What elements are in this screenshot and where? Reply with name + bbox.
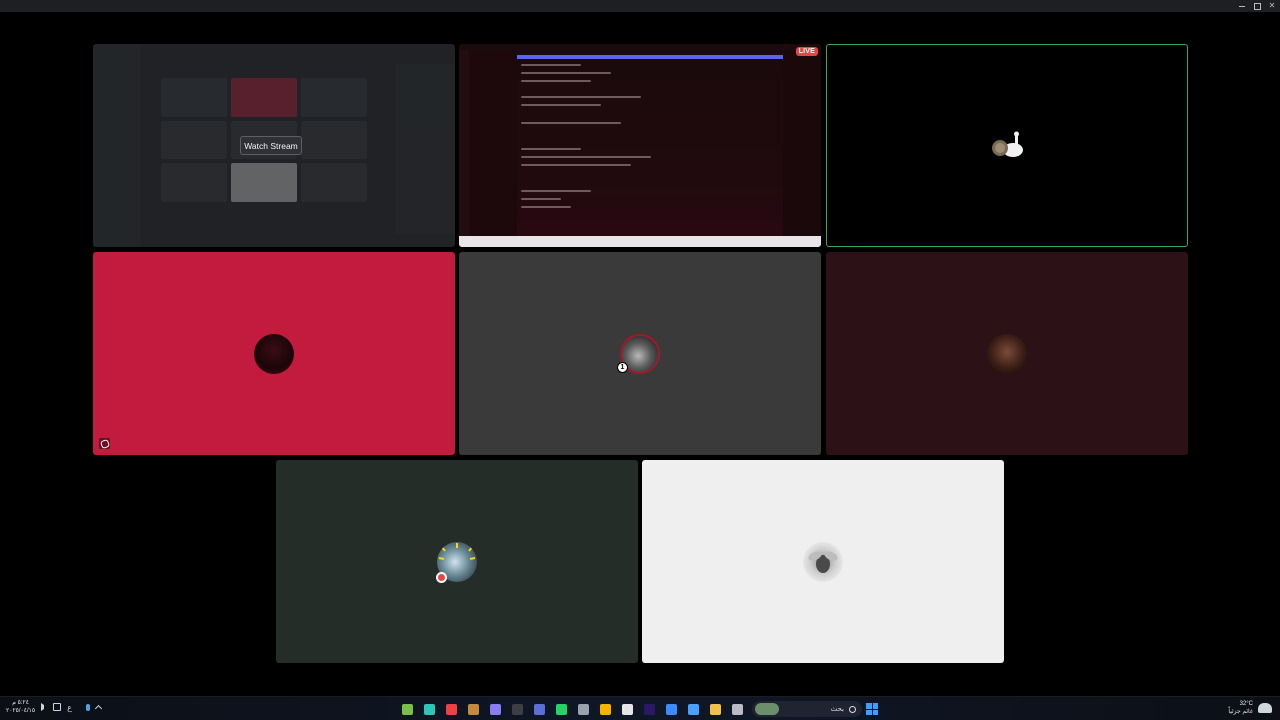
shared-taskbar bbox=[459, 236, 821, 247]
maximize-button[interactable] bbox=[1253, 2, 1261, 10]
clock-date: ٢٠٢٥/٠٤/١٥ bbox=[6, 708, 36, 714]
moon-app-icon[interactable] bbox=[530, 701, 548, 717]
window-titlebar: ✕ bbox=[0, 0, 1280, 12]
search-label: بحث bbox=[830, 706, 844, 713]
shared-server-rail bbox=[459, 50, 469, 236]
os-taskbar: ٥:٢٤ م ٢٠٢٥/٠٤/١٥ ع بحث 32°C غائم جزئياً bbox=[0, 696, 1280, 720]
weather-temperature: 32°C bbox=[1239, 701, 1253, 707]
chrome-glyph bbox=[599, 703, 611, 715]
shared-chat-banner bbox=[517, 55, 783, 59]
live-badge: LIVE bbox=[795, 47, 818, 56]
participant-avatar bbox=[254, 333, 294, 374]
discord-app-icon[interactable] bbox=[442, 701, 460, 717]
chat-app-icon[interactable] bbox=[486, 701, 504, 717]
live-screenshare-tile[interactable]: LIVE bbox=[459, 44, 821, 247]
terminal-app-icon[interactable] bbox=[420, 701, 438, 717]
goose-avatar-image bbox=[992, 131, 1023, 157]
microphone-icon[interactable] bbox=[85, 703, 90, 711]
participant-tile-gray[interactable]: 1 bbox=[459, 252, 821, 455]
store-app-icon[interactable] bbox=[618, 701, 636, 717]
chat-glyph bbox=[489, 703, 501, 715]
minimize-button[interactable] bbox=[1238, 2, 1246, 10]
whatsapp-app-icon[interactable] bbox=[552, 701, 570, 717]
chrome-app-icon[interactable] bbox=[596, 701, 614, 717]
shared-member-list bbox=[783, 50, 821, 236]
gear-app-icon[interactable] bbox=[398, 701, 416, 717]
folder-app-icon[interactable] bbox=[706, 701, 724, 717]
clock-time: ٥:٢٤ م bbox=[12, 700, 29, 706]
system-tray: ٥:٢٤ م ٢٠٢٥/٠٤/١٥ ع bbox=[6, 699, 102, 715]
weather-description: غائم جزئياً bbox=[1228, 709, 1253, 715]
insect-avatar-image bbox=[808, 550, 838, 573]
notepad-app-icon[interactable] bbox=[728, 701, 746, 717]
xbox-glyph bbox=[511, 703, 523, 715]
deafened-icon bbox=[436, 572, 447, 583]
paint-glyph bbox=[665, 703, 677, 715]
xbox-app-icon[interactable] bbox=[508, 701, 526, 717]
preview-bottom-bar bbox=[141, 217, 395, 247]
shared-chat-area bbox=[517, 50, 783, 236]
participant-tile-white[interactable] bbox=[642, 460, 1004, 663]
game-app-icon[interactable] bbox=[464, 701, 482, 717]
game-glyph bbox=[467, 703, 479, 715]
participant-avatar bbox=[803, 541, 843, 582]
participant-tile-green[interactable] bbox=[276, 460, 638, 663]
premiere-app-icon[interactable] bbox=[640, 701, 658, 717]
store-glyph bbox=[621, 703, 633, 715]
window-controls: ✕ bbox=[1238, 0, 1276, 12]
terminal-glyph bbox=[423, 703, 435, 715]
steam-app-icon[interactable] bbox=[574, 701, 592, 717]
discord-glyph bbox=[445, 703, 457, 715]
shared-channel-list bbox=[469, 50, 517, 236]
cloud-icon bbox=[1258, 703, 1272, 713]
taskbar-clock[interactable]: ٥:٢٤ م ٢٠٢٥/٠٤/١٥ bbox=[6, 699, 35, 715]
pinned-apps bbox=[398, 701, 746, 717]
taskbar-search[interactable]: بحث bbox=[752, 701, 862, 717]
status-badge: 1 bbox=[617, 362, 628, 373]
whatsapp-glyph bbox=[555, 703, 567, 715]
participant-tile-red[interactable] bbox=[93, 252, 455, 455]
participant-tile-goose[interactable] bbox=[826, 44, 1188, 247]
search-highlight-image bbox=[755, 703, 779, 715]
steam-glyph bbox=[577, 703, 589, 715]
start-button[interactable] bbox=[864, 701, 880, 717]
watch-stream-button[interactable]: Watch Stream bbox=[240, 136, 302, 155]
notepad-glyph bbox=[731, 703, 743, 715]
close-button[interactable]: ✕ bbox=[1268, 2, 1276, 10]
preview-sidebar bbox=[93, 44, 141, 247]
preview-right-panel bbox=[395, 64, 455, 234]
camera-off-icon bbox=[99, 438, 110, 449]
gear-glyph bbox=[401, 703, 413, 715]
participant-avatar bbox=[987, 333, 1027, 374]
folder-glyph bbox=[709, 703, 721, 715]
participant-avatar bbox=[987, 125, 1027, 166]
photos-app-icon[interactable] bbox=[684, 701, 702, 717]
paint-app-icon[interactable] bbox=[662, 701, 680, 717]
premiere-glyph bbox=[643, 703, 655, 715]
participant-tile-maroon[interactable] bbox=[826, 252, 1188, 455]
language-indicator[interactable]: ع bbox=[67, 703, 72, 712]
speaker-icon[interactable] bbox=[41, 703, 47, 711]
search-icon bbox=[849, 705, 856, 713]
moon-glyph bbox=[533, 703, 545, 715]
network-icon[interactable] bbox=[53, 703, 62, 711]
chevron-up-icon[interactable] bbox=[94, 704, 102, 713]
stream-preview-tile[interactable]: Watch Stream bbox=[93, 44, 455, 247]
photos-glyph bbox=[687, 703, 699, 715]
weather-widget[interactable]: 32°C غائم جزئياً bbox=[1228, 700, 1272, 716]
